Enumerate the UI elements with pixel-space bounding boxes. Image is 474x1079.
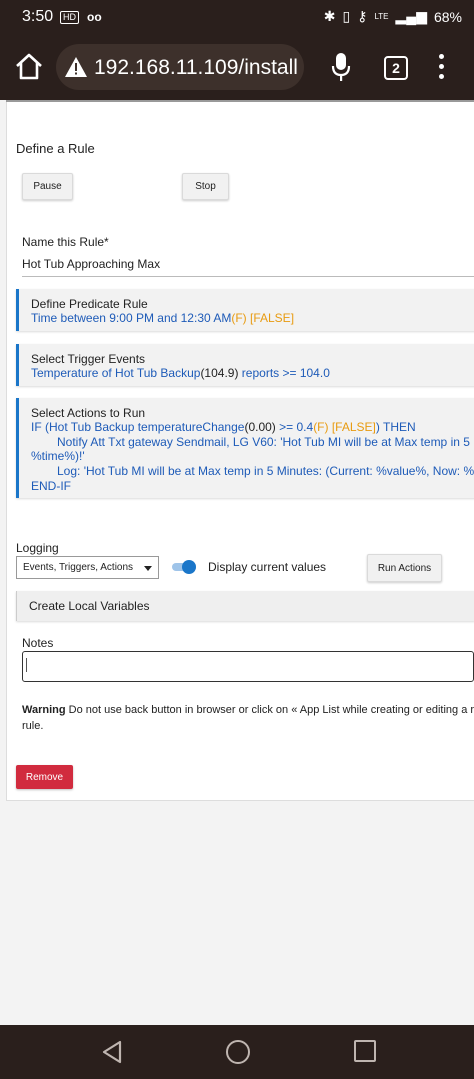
rule-name-underline: [22, 276, 474, 277]
voicemail-icon: oo: [87, 10, 102, 24]
microphone-icon[interactable]: [330, 52, 352, 82]
predicate-section[interactable]: Define Predicate Rule Time between 9:00 …: [16, 289, 474, 331]
predicate-text: Time between 9:00 PM and 12:30 AM: [31, 311, 232, 325]
system-nav-bar: [0, 1025, 474, 1079]
actions-if-flag: (F) [FALSE]: [313, 420, 376, 434]
warning-text-cont: rule.: [22, 720, 44, 732]
trigger-heading: Select Trigger Events: [31, 352, 146, 366]
warning-message: Warning Do not use back button in browse…: [22, 702, 474, 734]
actions-notify: Notify Att Txt gateway Sendmail, LG V60:…: [57, 435, 474, 449]
vibrate-icon: ▯: [342, 8, 351, 24]
stop-button[interactable]: Stop: [182, 173, 229, 200]
key-icon: ⚷: [357, 8, 368, 24]
logging-select[interactable]: Events, Triggers, Actions: [16, 556, 159, 579]
hd-badge-icon: HD: [60, 10, 79, 24]
status-bar: 3:50 HD oo ✱ ▯ ⚷ LTE ▂▄▆ 68%: [0, 0, 474, 34]
display-values-label: Display current values: [208, 560, 327, 574]
local-variables-label: Create Local Variables: [29, 599, 150, 613]
rule-name-label: Name this Rule*: [22, 235, 109, 249]
rule-name-input[interactable]: Hot Tub Approaching Max: [22, 257, 160, 271]
logging-label: Logging: [16, 541, 59, 555]
chevron-down-icon: [144, 566, 152, 571]
overflow-menu-icon[interactable]: [438, 54, 444, 80]
url-text[interactable]: 192.168.11.109/install: [94, 56, 300, 80]
network-type-icon: LTE: [374, 12, 389, 21]
notes-label: Notes: [22, 636, 54, 650]
warning-triangle-icon[interactable]: [64, 56, 88, 78]
recent-apps-icon[interactable]: [354, 1040, 376, 1062]
run-actions-button[interactable]: Run Actions: [367, 554, 442, 582]
warning-text: Do not use back button in browser or cli…: [65, 704, 474, 716]
warning-bold: Warning: [22, 704, 66, 716]
trigger-condition: reports >= 104.0: [238, 366, 330, 380]
trigger-text: Temperature of Hot Tub Backup: [31, 366, 201, 380]
actions-notify-cont: %time%)!': [31, 449, 85, 463]
actions-if-value: (0.00): [244, 420, 276, 434]
signal-icon: ▂▄▆: [395, 8, 427, 24]
bluetooth-icon: ✱: [323, 8, 336, 24]
home-circle-icon[interactable]: [226, 1040, 250, 1064]
battery-percent: 68%: [433, 8, 462, 25]
address-bar[interactable]: 192.168.11.109/install: [56, 44, 304, 90]
actions-if-compare: >= 0.4: [275, 420, 314, 434]
display-values-toggle[interactable]: [172, 560, 196, 574]
remove-button[interactable]: Remove: [16, 765, 73, 789]
predicate-flag: (F) [FALSE]: [231, 311, 295, 325]
predicate-heading: Define Predicate Rule: [31, 297, 148, 311]
actions-section[interactable]: Select Actions to Run IF (Hot Tub Backup…: [16, 398, 474, 498]
logging-select-value: Events, Triggers, Actions: [23, 562, 134, 573]
status-time: 3:50: [22, 8, 54, 25]
pause-button[interactable]: Pause: [22, 173, 73, 200]
actions-if: IF (Hot Tub Backup temperatureChange: [31, 420, 245, 434]
top-divider: [6, 100, 474, 102]
page-title: Define a Rule: [16, 141, 95, 156]
local-variables-section[interactable]: Create Local Variables: [16, 591, 474, 621]
trigger-section[interactable]: Select Trigger Events Temperature of Hot…: [16, 344, 474, 386]
tab-switcher-button[interactable]: 2: [384, 56, 408, 80]
actions-log: Log: 'Hot Tub MI will be at Max temp in …: [57, 464, 474, 478]
actions-then: ) THEN: [375, 420, 416, 434]
trigger-value: (104.9): [200, 366, 239, 380]
actions-end-if: END-IF: [31, 479, 71, 493]
browser-toolbar: 192.168.11.109/install 2: [0, 34, 474, 100]
back-icon[interactable]: [100, 1039, 126, 1065]
notes-input[interactable]: [22, 651, 474, 682]
actions-heading: Select Actions to Run: [31, 406, 146, 420]
home-icon[interactable]: [12, 50, 46, 84]
